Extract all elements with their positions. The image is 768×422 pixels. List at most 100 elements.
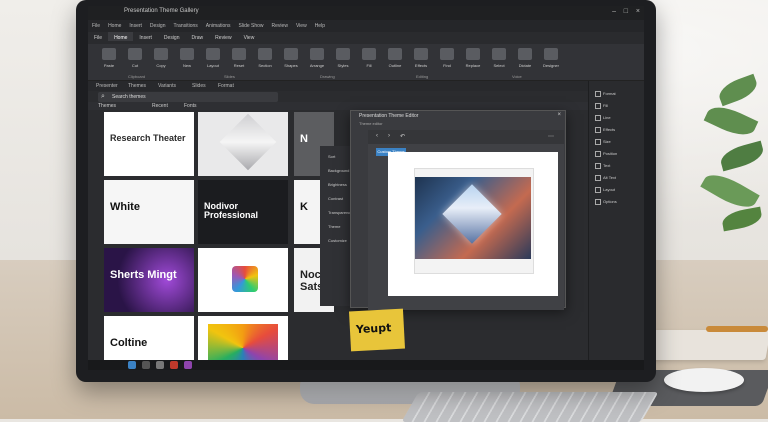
back-icon[interactable]: ‹ [376, 133, 378, 139]
editor-panel-item[interactable]: Contrast [328, 196, 343, 201]
thumbnail-title: White [110, 201, 140, 213]
tab-view[interactable]: View [238, 32, 261, 41]
subbar-item[interactable]: Format [218, 83, 234, 89]
forward-icon[interactable]: › [388, 133, 390, 139]
format-panel-item[interactable]: Format [595, 91, 616, 97]
ribbon-button-icon[interactable] [440, 48, 454, 60]
ribbon-button-icon[interactable] [388, 48, 402, 60]
checkbox-icon[interactable] [595, 187, 601, 193]
diamond-shape[interactable] [442, 184, 502, 244]
strip-item[interactable]: Fonts [184, 103, 197, 109]
menu-item[interactable]: Help [311, 20, 329, 29]
checkbox-icon[interactable] [595, 151, 601, 157]
thumbnail-title: Coltine [110, 337, 148, 349]
tab-home[interactable]: Home [108, 32, 134, 41]
checkbox-icon[interactable] [595, 163, 601, 169]
more-icon[interactable]: ⋯ [548, 133, 554, 140]
search-taskbar-icon[interactable] [142, 361, 150, 369]
subbar-item[interactable]: Presenter [96, 83, 118, 89]
editor-panel-item[interactable]: Brightness [328, 182, 347, 187]
format-panel-item[interactable]: Size [595, 139, 611, 145]
menu-item[interactable]: Transitions [170, 20, 202, 29]
slide-canvas[interactable] [388, 152, 558, 296]
ribbon-button-icon[interactable] [180, 48, 194, 60]
ribbon-button-icon[interactable] [154, 48, 168, 60]
ribbon-button-icon[interactable] [310, 48, 324, 60]
ribbon-button-icon[interactable] [466, 48, 480, 60]
tab-design[interactable]: Design [158, 32, 186, 41]
format-panel-item[interactable]: Position [595, 151, 617, 157]
tab-insert[interactable]: Insert [133, 32, 158, 41]
slide-artwork [415, 177, 531, 259]
minimize-icon[interactable]: – [612, 8, 616, 15]
menu-item[interactable]: Insert [125, 20, 146, 29]
ribbon-button-icon[interactable] [258, 48, 272, 60]
close-icon[interactable]: × [557, 112, 561, 118]
menu-item[interactable]: View [292, 20, 311, 29]
tab-review[interactable]: Review [209, 32, 237, 41]
editor-panel-item[interactable]: Sort [328, 154, 335, 159]
theme-thumbnail[interactable] [198, 248, 288, 312]
format-panel-item[interactable]: Layout [595, 187, 615, 193]
checkbox-icon[interactable] [595, 199, 601, 205]
undo-icon[interactable]: ↶ [400, 133, 405, 140]
strip-item[interactable]: Themes [98, 103, 116, 109]
editor-panel-item[interactable]: Customize [328, 238, 347, 243]
ribbon-button-icon[interactable] [544, 48, 558, 60]
app-icon[interactable] [184, 361, 192, 369]
subbar-item[interactable]: Themes [128, 83, 146, 89]
checkbox-icon[interactable] [595, 115, 601, 121]
format-panel-item[interactable]: Effects [595, 127, 615, 133]
folder-icon[interactable] [156, 361, 164, 369]
ribbon-button-icon[interactable] [102, 48, 116, 60]
ribbon-button-icon[interactable] [206, 48, 220, 60]
checkbox-icon[interactable] [595, 139, 601, 145]
ribbon-button-icon[interactable] [362, 48, 376, 60]
ribbon-button-icon[interactable] [336, 48, 350, 60]
slide-artboard[interactable] [414, 168, 534, 274]
strip-item[interactable]: Recent [152, 103, 168, 109]
close-icon[interactable]: × [636, 8, 640, 15]
window-titlebar: Presentation Theme Gallery – □ × [88, 6, 644, 20]
menu-item[interactable]: Animations [202, 20, 235, 29]
checkbox-icon[interactable] [595, 103, 601, 109]
ribbon-button-icon[interactable] [518, 48, 532, 60]
app-icon[interactable] [170, 361, 178, 369]
ribbon-button-icon[interactable] [232, 48, 246, 60]
ribbon-button-icon[interactable] [128, 48, 142, 60]
theme-thumbnail[interactable]: White [104, 180, 194, 244]
theme-thumbnail[interactable]: Research Theater [104, 112, 194, 176]
theme-thumbnail-yellow[interactable]: Yeupt [348, 308, 406, 352]
ribbon-button-icon[interactable] [284, 48, 298, 60]
theme-thumbnail[interactable]: Sherts Mingt [104, 248, 194, 312]
subbar-item[interactable]: Slides [192, 83, 206, 89]
format-panel-item[interactable]: Fill [595, 103, 608, 109]
menu-item[interactable]: Home [104, 20, 125, 29]
tab-draw[interactable]: Draw [186, 32, 210, 41]
start-icon[interactable] [128, 361, 136, 369]
checkbox-icon[interactable] [595, 127, 601, 133]
menu-item[interactable]: File [88, 20, 104, 29]
menu-item[interactable]: Slide Show [235, 20, 268, 29]
checkbox-icon[interactable] [595, 91, 601, 97]
menu-item[interactable]: Review [268, 20, 292, 29]
editor-panel-item[interactable]: Background [328, 168, 349, 173]
format-panel-item[interactable]: Alt Text [595, 175, 616, 181]
keyboard[interactable] [401, 392, 659, 422]
format-panel-item[interactable]: Text [595, 163, 610, 169]
maximize-icon[interactable]: □ [624, 8, 628, 15]
editor-panel-item[interactable]: Transparency [328, 210, 352, 215]
ribbon-button-icon[interactable] [414, 48, 428, 60]
editor-panel-item[interactable]: Theme [328, 224, 340, 229]
tab-file[interactable]: File [88, 32, 108, 41]
subbar-item[interactable]: Variants [158, 83, 176, 89]
format-panel-item[interactable]: Options [595, 199, 617, 205]
format-panel-item[interactable]: Line [595, 115, 611, 121]
mouse[interactable] [664, 368, 744, 392]
ribbon-button-icon[interactable] [492, 48, 506, 60]
menu-item[interactable]: Design [146, 20, 170, 29]
theme-thumbnail[interactable]: Nodivor Professional [198, 180, 288, 244]
theme-thumbnail[interactable] [198, 112, 288, 176]
checkbox-icon[interactable] [595, 175, 601, 181]
search-input[interactable]: ⌕ Search themes [98, 92, 278, 102]
